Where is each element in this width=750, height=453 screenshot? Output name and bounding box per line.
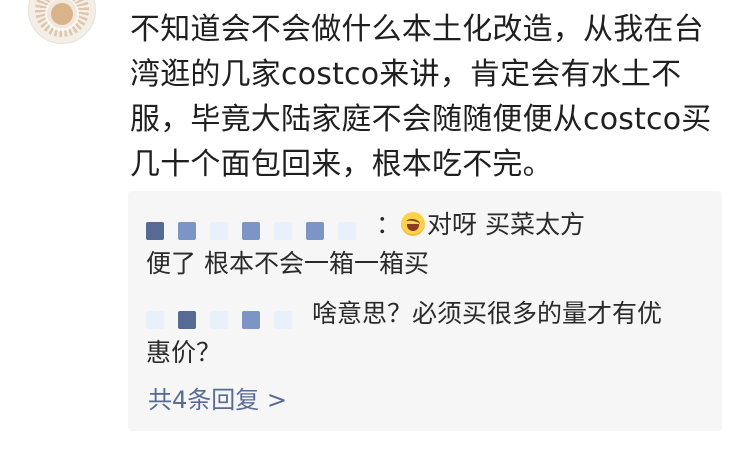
- blurred-user-name: [146, 301, 306, 329]
- reply-colon: ：: [376, 210, 402, 239]
- laughing-crying-emoji-icon: [401, 212, 426, 236]
- reply-item: 啥意思？必须买很多的量才有优 惠价？: [146, 294, 706, 372]
- reply-box: ： 对呀 买菜太方 便了 根本不会一箱一箱买 啥意思？必须买很多的量才有优 惠价？…: [128, 191, 722, 431]
- reply-text-line2: 惠价？: [146, 338, 222, 367]
- blurred-user-name: [146, 212, 370, 240]
- avatar[interactable]: [28, 0, 96, 44]
- reply-text-line1: 啥意思？必须买很多的量才有优: [312, 299, 663, 328]
- comment-text: 不知道会不会做什么本土化改造，从我在台湾逛的几家costco来讲，肯定会有水土不…: [130, 12, 712, 182]
- reply-item: ： 对呀 买菜太方 便了 根本不会一箱一箱买: [146, 205, 706, 283]
- more-replies-link[interactable]: 共4条回复 >: [148, 382, 287, 418]
- reply-text-line2: 便了 根本不会一箱一箱买: [146, 249, 429, 278]
- reply-text-line1: 对呀 买菜太方: [427, 210, 585, 239]
